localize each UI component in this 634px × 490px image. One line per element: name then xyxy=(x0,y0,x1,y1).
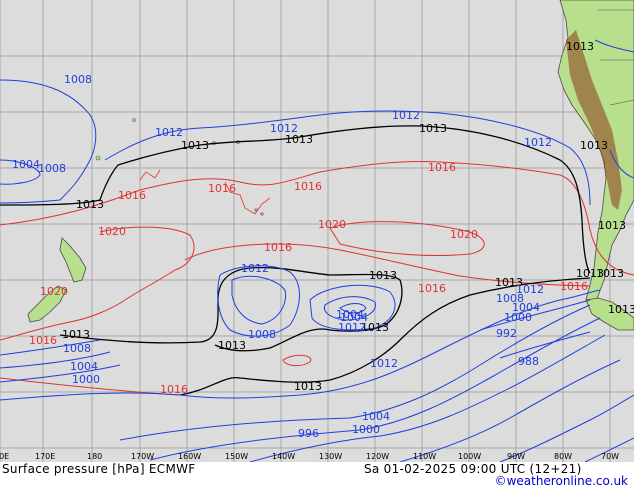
isobar-label: 1016 xyxy=(264,241,292,254)
isobar-label: 996 xyxy=(298,427,319,440)
isobar-label: 1004 xyxy=(362,410,390,423)
isobar-label: 1016 xyxy=(418,282,446,295)
isobar-label: 1012 xyxy=(392,109,420,122)
lon-label: 160W xyxy=(178,452,201,461)
isobar-label: 1013 xyxy=(181,139,209,152)
isobar-label: 988 xyxy=(518,355,539,368)
isobar-label: 1012 xyxy=(155,126,183,139)
isobar-label: 1013 xyxy=(218,339,246,352)
isobar-label: 1012 xyxy=(370,357,398,370)
isobar-label: 1013 xyxy=(76,198,104,211)
map-canvas: 1008 1004 1008 1012 1012 1012 1012 1013 … xyxy=(0,0,634,463)
lon-label: 170W xyxy=(131,452,154,461)
isobar-label: 1016 xyxy=(294,180,322,193)
map-title: Surface pressure [hPa] ECMWF xyxy=(2,462,196,476)
lon-label: 110W xyxy=(413,452,436,461)
isobar-label: 1016 xyxy=(118,189,146,202)
isobar-label: 1013 xyxy=(608,303,634,316)
lon-label: 80W xyxy=(554,452,572,461)
isobar-label: 1008 xyxy=(248,328,276,341)
isobar-label: 1008 xyxy=(64,73,92,86)
isobar-label: 1004 xyxy=(336,308,364,321)
lon-label: 120W xyxy=(366,452,389,461)
isobar-label: 1013 xyxy=(285,133,313,146)
credit-link[interactable]: ©weatheronline.co.uk xyxy=(495,474,628,488)
isobar-label: 1013 xyxy=(598,219,626,232)
map-footer: Surface pressure [hPa] ECMWF Sa 01-02-20… xyxy=(0,462,634,490)
isobar-label: 1012 xyxy=(524,136,552,149)
lon-label: 180 xyxy=(87,452,102,461)
lon-label: 140W xyxy=(272,452,295,461)
isobar-label: 1013 xyxy=(580,139,608,152)
isobar-label: 1000 xyxy=(72,373,100,386)
lon-label: 70W xyxy=(601,452,619,461)
isobar-label: 1012 xyxy=(241,262,269,275)
isobar-label: 1016 xyxy=(560,280,588,293)
isobar-label: 1016 xyxy=(428,161,456,174)
isobar-label: 1013 xyxy=(419,122,447,135)
isobar-label: 1008 xyxy=(38,162,66,175)
isobar-label: 1004 xyxy=(70,360,98,373)
isobar-label: 992 xyxy=(496,327,517,340)
isobar-label: 1013 xyxy=(566,40,594,53)
lon-label: 100W xyxy=(458,452,481,461)
isobar-label: 1000 xyxy=(352,423,380,436)
lon-label: 90W xyxy=(507,452,525,461)
isobar-label: 1016 xyxy=(208,182,236,195)
pressure-map: 1008 1004 1008 1012 1012 1012 1012 1013 … xyxy=(0,0,634,463)
isobar-label: 1013 xyxy=(62,328,90,341)
isobar-label: 1008 xyxy=(63,342,91,355)
isobar-label: 1020 xyxy=(40,285,68,298)
isobar-label: 1012 xyxy=(516,283,544,296)
isobar-label: 1000 xyxy=(504,311,532,324)
isobar-label: 1016 xyxy=(29,334,57,347)
isobar-label: 1013 xyxy=(596,267,624,280)
isobar-label: 1013 xyxy=(369,269,397,282)
lon-label: 130W xyxy=(319,452,342,461)
isobar-label: 1020 xyxy=(98,225,126,238)
lon-label: 150W xyxy=(225,452,248,461)
isobar-label: 1020 xyxy=(450,228,478,241)
isobar-label: 1016 xyxy=(160,383,188,396)
isobar-label: 1020 xyxy=(318,218,346,231)
isobar-label: 1013 xyxy=(294,380,322,393)
lon-label: 60E xyxy=(0,452,9,461)
lon-label: 170E xyxy=(35,452,55,461)
isobar-label: 1004 xyxy=(12,158,40,171)
